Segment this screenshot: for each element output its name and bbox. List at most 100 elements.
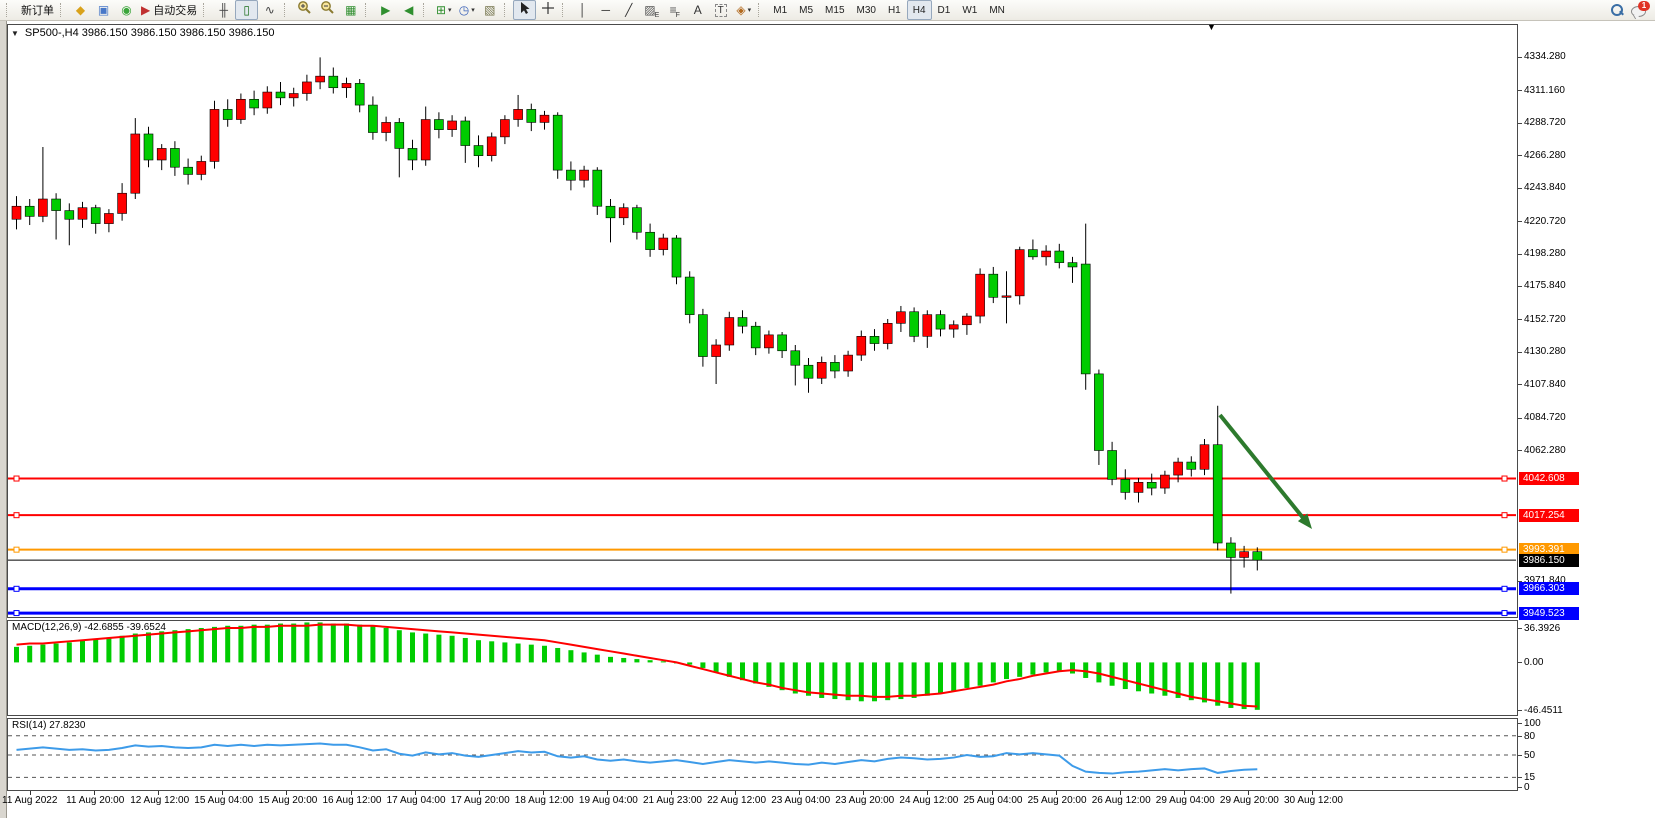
line-handle[interactable] (1502, 586, 1507, 591)
auto-scroll-icon: ▶ (381, 4, 390, 16)
toolbar-grip (562, 3, 566, 17)
search-button[interactable] (1605, 0, 1628, 20)
timeframe-label: M5 (796, 5, 816, 16)
line-handle[interactable] (1502, 476, 1507, 481)
rsi-scale-tick (1518, 755, 1522, 756)
time-label: 15 Aug 04:00 (194, 795, 253, 806)
cursor-button[interactable] (513, 0, 536, 20)
market-quotes-icon[interactable]: ◆ (69, 0, 92, 20)
timeframe-m30-button[interactable]: M30 (851, 0, 882, 20)
horizontal-line-icon: ─ (601, 4, 610, 16)
time-label: 29 Aug 20:00 (1220, 795, 1279, 806)
rsi-scale-tick (1518, 777, 1522, 778)
chevron-down-icon: ▾ (748, 6, 752, 14)
equidistant-channel-button[interactable]: ▨E (640, 0, 663, 20)
line-handle[interactable] (1502, 611, 1507, 616)
timeframe-m15-button[interactable]: M15 (819, 0, 850, 20)
timeframe-mn-button[interactable]: MN (983, 0, 1011, 20)
rsi-scale-tick (1518, 736, 1522, 737)
line-handle[interactable] (14, 586, 19, 591)
trendline-icon: ╱ (625, 4, 632, 16)
tool-letter: E (655, 12, 660, 19)
arrows-button[interactable]: ◈▾ (732, 0, 755, 20)
rsi-scale-label: 0 (1524, 782, 1530, 793)
collapse-arrow-icon[interactable]: ▼ (11, 29, 19, 38)
line-price-label: 3949.523 (1519, 607, 1579, 620)
line-handle[interactable] (14, 611, 19, 616)
text-label-button[interactable]: T (709, 0, 732, 20)
price-tick (1518, 155, 1522, 156)
time-label: 26 Aug 12:00 (1092, 795, 1151, 806)
macd-scale-label: 36.3926 (1524, 623, 1560, 634)
time-label: 17 Aug 20:00 (451, 795, 510, 806)
tool-letter: F (676, 12, 680, 19)
bar-chart-button[interactable]: ╫ (212, 0, 235, 20)
text-button[interactable]: A (686, 0, 709, 20)
autotrading-button[interactable]: ▶自动交易 (138, 0, 200, 20)
time-label: 11 Aug 20:00 (66, 795, 124, 806)
timeframe-w1-button[interactable]: W1 (956, 0, 983, 20)
fibonacci-button[interactable]: ≡F (663, 0, 686, 20)
macd-pane-canvas[interactable] (7, 620, 1518, 716)
tile-windows-button[interactable]: ▦ (339, 0, 362, 20)
macd-scale-label: -46.4511 (1524, 705, 1563, 716)
chevron-down-icon: ▾ (448, 6, 452, 14)
time-label: 15 Aug 20:00 (258, 795, 317, 806)
profile-window-icon-icon: ▣ (98, 4, 109, 16)
crosshair-button[interactable] (536, 0, 559, 20)
line-handle[interactable] (1502, 547, 1507, 552)
rsi-scale-label: 50 (1524, 750, 1535, 761)
timeframe-h1-button[interactable]: H1 (882, 0, 907, 20)
crosshair-icon (541, 1, 555, 20)
templates-button[interactable]: ▧ (478, 0, 501, 20)
notifications-button[interactable]: 1 (1628, 0, 1652, 20)
line-handle[interactable] (14, 547, 19, 552)
auto-scroll-button[interactable]: ▶ (374, 0, 397, 20)
text-label-icon: T (715, 4, 727, 17)
chevron-down-icon: ▾ (471, 6, 475, 14)
macd-scale-label: 0.00 (1524, 657, 1543, 668)
time-label: 30 Aug 12:00 (1284, 795, 1343, 806)
line-chart-button[interactable]: ∿ (258, 0, 281, 20)
candlestick-chart-button[interactable]: ▯ (235, 0, 258, 20)
price-tick-label: 4220.720 (1524, 216, 1566, 227)
toolbar-grip (423, 3, 427, 17)
signals-icon[interactable]: ◉ (115, 0, 138, 20)
timeframe-label: M15 (822, 5, 847, 16)
periods-icon: ◷ (459, 4, 469, 16)
vertical-line-button[interactable]: │ (571, 0, 594, 20)
toolbar-grip (758, 3, 762, 17)
chart-shift-button[interactable]: ◀ (397, 0, 420, 20)
macd-scale-tick (1518, 662, 1522, 663)
symbol-quote-text: SP500-,H4 3986.150 3986.150 3986.150 398… (25, 27, 275, 39)
notification-badge: 1 (1638, 1, 1650, 11)
time-label: 16 Aug 12:00 (323, 795, 382, 806)
price-chart-canvas[interactable] (7, 24, 1518, 618)
zoom-out-button[interactable] (316, 0, 339, 20)
horizontal-line-button[interactable]: ─ (594, 0, 617, 20)
time-label: 21 Aug 23:00 (643, 795, 702, 806)
price-tick-label: 4152.720 (1524, 314, 1566, 325)
time-label: 22 Aug 12:00 (707, 795, 766, 806)
zoom-in-button[interactable] (293, 0, 316, 20)
trendline-button[interactable]: ╱ (617, 0, 640, 20)
new-chart-button[interactable]: ⊞▾ (432, 0, 455, 20)
time-label: 25 Aug 04:00 (964, 795, 1023, 806)
line-handle[interactable] (14, 513, 19, 518)
templates-icon: ▧ (484, 4, 495, 16)
vertical-line-icon: │ (579, 4, 587, 16)
timeframe-h4-button[interactable]: H4 (907, 0, 932, 20)
timeframe-d1-button[interactable]: D1 (932, 0, 957, 20)
line-handle[interactable] (1502, 513, 1507, 518)
price-tick (1518, 188, 1522, 189)
rsi-pane-canvas[interactable] (7, 718, 1518, 791)
periods-button[interactable]: ◷▾ (455, 0, 478, 20)
tile-windows-icon: ▦ (345, 4, 356, 16)
timeframe-m5-button[interactable]: M5 (793, 0, 819, 20)
timeframe-m1-button[interactable]: M1 (767, 0, 793, 20)
line-handle[interactable] (14, 476, 19, 481)
profile-window-icon[interactable]: ▣ (92, 0, 115, 20)
toolbar-grip (365, 3, 369, 17)
timeframe-label: M30 (854, 5, 879, 16)
new-order-button[interactable]: 新订单 (15, 0, 57, 20)
